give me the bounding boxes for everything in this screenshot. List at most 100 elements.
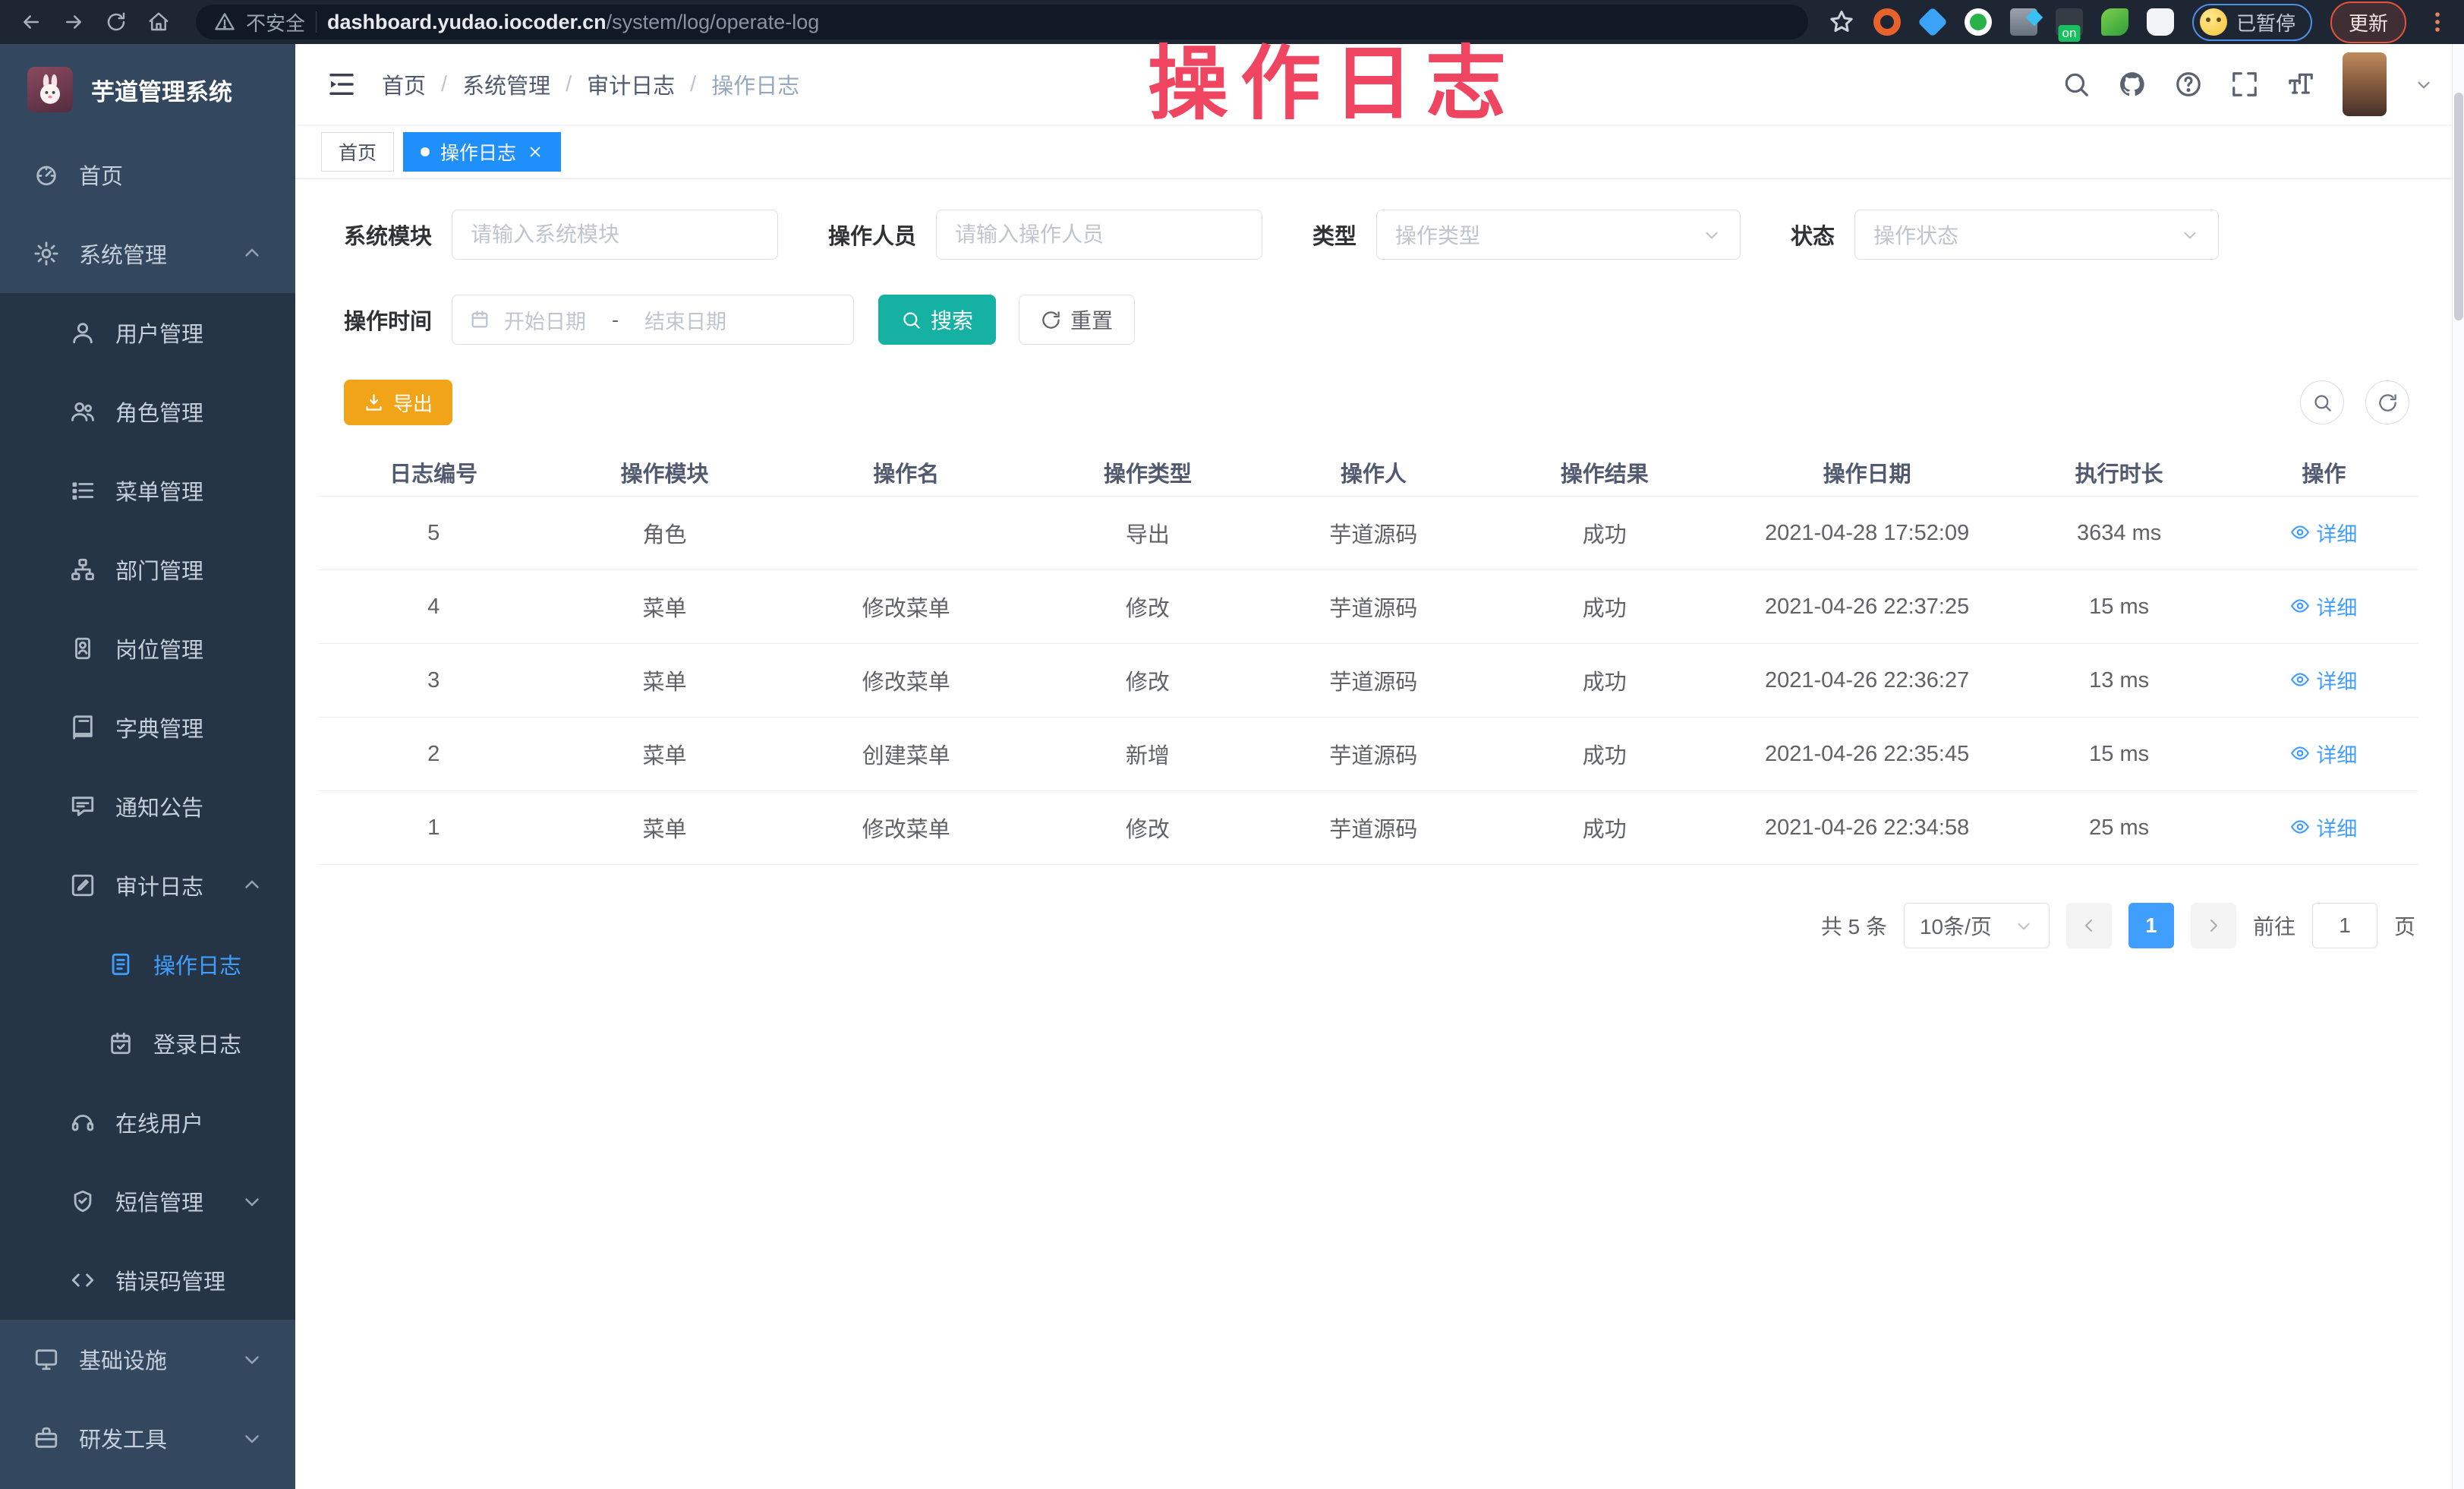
fullscreen-icon[interactable] [2230, 70, 2259, 99]
breadcrumb-item-2[interactable]: 审计日志 [587, 68, 675, 100]
sidebar-item-infrastructure[interactable]: 基础设施 [0, 1320, 295, 1399]
detail-link[interactable]: 详细 [2290, 812, 2357, 842]
page-size-select[interactable]: 10条/页 [1904, 903, 2050, 948]
detail-link[interactable]: 详细 [2290, 665, 2357, 695]
sidebar-item-home[interactable]: 首页 [0, 135, 295, 214]
type-select[interactable]: 操作类型 [1376, 210, 1741, 260]
eye-icon [2290, 596, 2310, 616]
search-icon[interactable] [2062, 70, 2091, 99]
vertical-scrollbar[interactable] [2452, 44, 2464, 1489]
sidebar-item-user-management[interactable]: 用户管理 [0, 293, 295, 372]
refresh-table-icon[interactable] [2365, 380, 2409, 424]
sidebar-item-operate-log[interactable]: 操作日志 [0, 925, 295, 1004]
chat-icon [70, 793, 96, 819]
back-icon[interactable] [14, 5, 49, 39]
date-range-picker[interactable]: 开始日期 - 结束日期 [452, 295, 854, 345]
search-icon [901, 310, 922, 330]
cell-5: 成功 [1484, 591, 1725, 623]
detail-link[interactable]: 详细 [2290, 739, 2357, 768]
filter-row-1: 系统模块 操作人员 类型 操作类型 状态 操作状 [295, 210, 2464, 260]
close-icon[interactable] [527, 144, 544, 160]
sidebar-item-system-management[interactable]: 系统管理 [0, 214, 295, 293]
sidebar-item-audit-log[interactable]: 审计日志 [0, 846, 295, 925]
extensions-area: on [1873, 8, 2174, 36]
cell-3: 导出 [1032, 517, 1263, 549]
page-number-1[interactable]: 1 [2128, 903, 2174, 948]
prev-page-button[interactable] [2066, 903, 2112, 948]
sidebar-item-sms-management[interactable]: 短信管理 [0, 1162, 295, 1241]
export-button[interactable]: 导出 [344, 380, 452, 425]
warning-icon [214, 11, 235, 33]
operator-input[interactable] [936, 210, 1262, 260]
sidebar-item-menu-management[interactable]: 菜单管理 [0, 451, 295, 530]
extension-orange-ring-icon[interactable] [1873, 8, 1901, 36]
cell-2: 修改菜单 [780, 591, 1032, 623]
goto-page-input[interactable] [2312, 903, 2377, 948]
sidebar-item-post-management[interactable]: 岗位管理 [0, 609, 295, 688]
filter-module: 系统模块 [344, 210, 778, 260]
sidebar-toggle-icon[interactable] [326, 68, 358, 100]
reset-button[interactable]: 重置 [1019, 295, 1135, 345]
detail-link-label: 详细 [2316, 518, 2357, 547]
home-icon[interactable] [141, 5, 176, 39]
avatar[interactable] [2343, 52, 2387, 116]
search-button[interactable]: 搜索 [878, 295, 996, 345]
shield-icon [70, 1188, 96, 1214]
breadcrumb-item-1[interactable]: 系统管理 [462, 68, 550, 100]
status-select[interactable]: 操作状态 [1854, 210, 2219, 260]
font-size-icon[interactable] [2286, 70, 2315, 99]
detail-link-label: 详细 [2316, 812, 2357, 842]
sidebar-item-login-log[interactable]: 登录日志 [0, 1004, 295, 1083]
sidebar-item-dev-tools[interactable]: 研发工具 [0, 1399, 295, 1478]
app-logo-row[interactable]: 芋道管理系统 [0, 44, 295, 135]
date-start-placeholder: 开始日期 [504, 305, 586, 335]
download-icon [364, 393, 384, 413]
next-page-button[interactable] [2191, 903, 2236, 948]
reload-icon[interactable] [99, 5, 134, 39]
paused-extension-button[interactable]: 已暂停 [2192, 4, 2312, 41]
chevron-up-icon [241, 874, 263, 897]
breadcrumb-item-0[interactable]: 首页 [382, 68, 426, 100]
time-label: 操作时间 [344, 304, 432, 336]
detail-link[interactable]: 详细 [2290, 518, 2357, 547]
gear-icon [33, 241, 59, 267]
cell-7: 13 ms [2009, 668, 2229, 693]
extension-green-circle-icon[interactable] [1965, 8, 1992, 36]
sidebar-item-errcode-management[interactable]: 错误码管理 [0, 1241, 295, 1320]
sidebar-item-label: 研发工具 [79, 1422, 167, 1454]
sidebar-item-label: 用户管理 [115, 317, 203, 349]
login-icon [108, 1030, 134, 1056]
cell-4: 芋道源码 [1263, 591, 1484, 623]
chevron-down-icon [241, 1427, 263, 1450]
cell-6: 2021-04-26 22:35:45 [1725, 742, 2009, 767]
extension-green-leaf-icon[interactable] [2101, 8, 2128, 36]
cell-3: 新增 [1032, 738, 1263, 770]
sidebar-item-notice[interactable]: 通知公告 [0, 767, 295, 846]
cell-7: 3634 ms [2009, 521, 2229, 546]
detail-link[interactable]: 详细 [2290, 591, 2357, 621]
github-icon[interactable] [2118, 70, 2147, 99]
forward-icon[interactable] [56, 5, 91, 39]
help-icon[interactable] [2174, 70, 2203, 99]
scrollbar-thumb[interactable] [2454, 93, 2463, 320]
tab-operate-log[interactable]: 操作日志 [403, 132, 561, 172]
chevron-down-icon[interactable] [2414, 74, 2434, 94]
browser-menu-icon[interactable] [2425, 7, 2450, 37]
extension-white-shape-icon[interactable] [2147, 8, 2174, 36]
address-bar[interactable]: 不安全 dashboard.yudao.iocoder.cn/system/lo… [196, 5, 1808, 39]
sidebar-item-dept-management[interactable]: 部门管理 [0, 530, 295, 609]
tab-home-label: 首页 [339, 138, 377, 166]
sidebar-item-label: 错误码管理 [115, 1264, 225, 1296]
bookmark-star-icon[interactable] [1828, 8, 1855, 36]
sidebar-item-role-management[interactable]: 角色管理 [0, 372, 295, 451]
export-button-label: 导出 [393, 389, 433, 417]
sidebar-item-online-users[interactable]: 在线用户 [0, 1083, 295, 1162]
extension-dark-icon[interactable]: on [2056, 8, 2083, 36]
tab-home[interactable]: 首页 [321, 132, 394, 172]
sidebar-item-dict-management[interactable]: 字典管理 [0, 688, 295, 767]
extension-blue-gem-icon[interactable] [1917, 7, 1948, 37]
extension-gray-grid-icon[interactable] [2010, 8, 2037, 36]
module-input[interactable] [452, 210, 778, 260]
hide-search-icon[interactable] [2300, 380, 2344, 424]
update-button[interactable]: 更新 [2330, 2, 2406, 43]
